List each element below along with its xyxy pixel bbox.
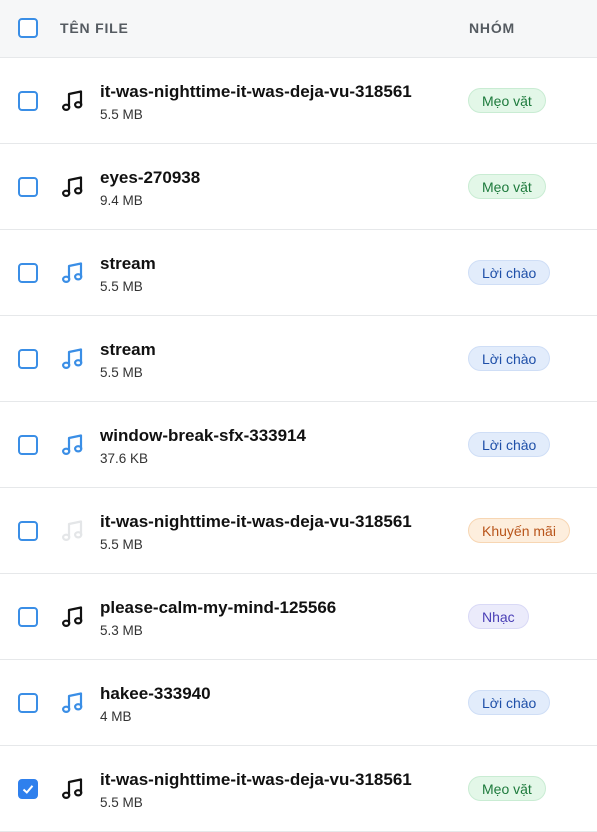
- music-note-icon: [60, 260, 86, 286]
- column-header-group[interactable]: NHÓM: [469, 20, 515, 36]
- row-checkbox[interactable]: [18, 521, 38, 541]
- column-header-file-name[interactable]: TÊN FILE: [60, 20, 129, 36]
- file-size: 5.5 MB: [100, 537, 143, 552]
- row-checkbox[interactable]: [18, 607, 38, 627]
- music-note-icon: [60, 432, 86, 458]
- row-checkbox[interactable]: [18, 693, 38, 713]
- file-size: 5.3 MB: [100, 623, 143, 638]
- row-checkbox[interactable]: [18, 435, 38, 455]
- group-badge: Lời chào: [468, 346, 551, 371]
- music-note-icon: [60, 174, 86, 200]
- checkmark-icon: [22, 785, 34, 794]
- group-badge: Lời chào: [468, 432, 551, 457]
- music-note-icon: [60, 346, 86, 372]
- group-badge: Khuyến mãi: [468, 518, 570, 543]
- file-size: 9.4 MB: [100, 193, 143, 208]
- file-name[interactable]: it-was-nighttime-it-was-deja-vu-318561: [100, 82, 412, 102]
- file-size: 5.5 MB: [100, 107, 143, 122]
- file-name[interactable]: stream: [100, 254, 156, 274]
- row-checkbox[interactable]: [18, 263, 38, 283]
- group-badge: Nhạc: [468, 604, 529, 629]
- group-badge: Lời chào: [468, 260, 551, 285]
- row-checkbox[interactable]: [18, 349, 38, 369]
- file-size: 5.5 MB: [100, 795, 143, 810]
- file-name[interactable]: stream: [100, 340, 156, 360]
- row-checkbox[interactable]: [18, 91, 38, 111]
- file-name[interactable]: window-break-sfx-333914: [100, 426, 306, 446]
- row-checkbox[interactable]: [18, 177, 38, 197]
- group-badge: Mẹo vặt: [468, 174, 546, 199]
- file-table: TÊN FILE NHÓM it-was-nighttime-it-was-de…: [0, 0, 597, 832]
- group-badge: Mẹo vặt: [468, 776, 546, 801]
- group-badge: Mẹo vặt: [468, 88, 546, 113]
- select-all-checkbox[interactable]: [18, 18, 38, 38]
- music-note-icon: [60, 604, 86, 630]
- table-row[interactable]: stream 5.5 MB Lời chào: [0, 230, 597, 316]
- table-body: it-was-nighttime-it-was-deja-vu-318561 5.…: [0, 58, 597, 832]
- table-row[interactable]: it-was-nighttime-it-was-deja-vu-318561 5.…: [0, 746, 597, 832]
- file-size: 37.6 KB: [100, 451, 149, 466]
- music-note-icon: [60, 776, 86, 802]
- file-name[interactable]: it-was-nighttime-it-was-deja-vu-318561: [100, 512, 412, 532]
- table-row[interactable]: eyes-270938 9.4 MB Mẹo vặt: [0, 144, 597, 230]
- table-header: TÊN FILE NHÓM: [0, 0, 597, 58]
- file-name[interactable]: hakee-333940: [100, 684, 211, 704]
- file-name[interactable]: it-was-nighttime-it-was-deja-vu-318561: [100, 770, 412, 790]
- table-row[interactable]: it-was-nighttime-it-was-deja-vu-318561 5.…: [0, 58, 597, 144]
- table-row[interactable]: stream 5.5 MB Lời chào: [0, 316, 597, 402]
- table-row[interactable]: it-was-nighttime-it-was-deja-vu-318561 5.…: [0, 488, 597, 574]
- file-size: 5.5 MB: [100, 365, 143, 380]
- music-note-icon: [60, 518, 86, 544]
- music-note-icon: [60, 690, 86, 716]
- row-checkbox[interactable]: [18, 779, 38, 799]
- file-size: 4 MB: [100, 709, 132, 724]
- music-note-icon: [60, 88, 86, 114]
- file-name[interactable]: eyes-270938: [100, 168, 200, 188]
- group-badge: Lời chào: [468, 690, 551, 715]
- file-size: 5.5 MB: [100, 279, 143, 294]
- table-row[interactable]: hakee-333940 4 MB Lời chào: [0, 660, 597, 746]
- table-row[interactable]: window-break-sfx-333914 37.6 KB Lời chào: [0, 402, 597, 488]
- table-row[interactable]: please-calm-my-mind-125566 5.3 MB Nhạc: [0, 574, 597, 660]
- file-name[interactable]: please-calm-my-mind-125566: [100, 598, 336, 618]
